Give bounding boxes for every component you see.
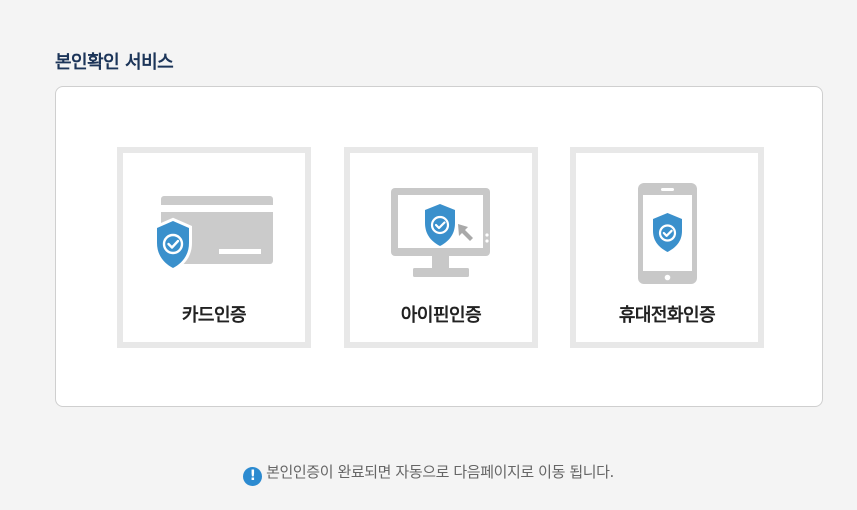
auth-options-panel: 카드인증 아이핀인증 휴대전화인증 [55, 86, 823, 407]
section-title: 본인확인 서비스 [55, 52, 174, 73]
phone-auth-option[interactable]: 휴대전화인증 [570, 147, 764, 348]
phone-auth-label: 휴대전화인증 [618, 305, 716, 326]
notice-text: 본인인증이 완료되면 자동으로 다음페이지로 이동 됩니다. [266, 463, 614, 481]
card-auth-label: 카드인증 [181, 305, 247, 326]
ipin-auth-label: 아이핀인증 [400, 305, 482, 326]
exclamation-icon: ! [243, 467, 263, 486]
auth-page: 본인확인 서비스 카드인증 아이핀인증 휴대전화인증 ! 본인인증이 완료되면 … [0, 0, 857, 510]
ipin-auth-option[interactable]: 아이핀인증 [344, 147, 538, 348]
card-auth-option[interactable]: 카드인증 [117, 147, 311, 348]
redirect-notice: ! 본인인증이 완료되면 자동으로 다음페이지로 이동 됩니다. [0, 461, 857, 486]
